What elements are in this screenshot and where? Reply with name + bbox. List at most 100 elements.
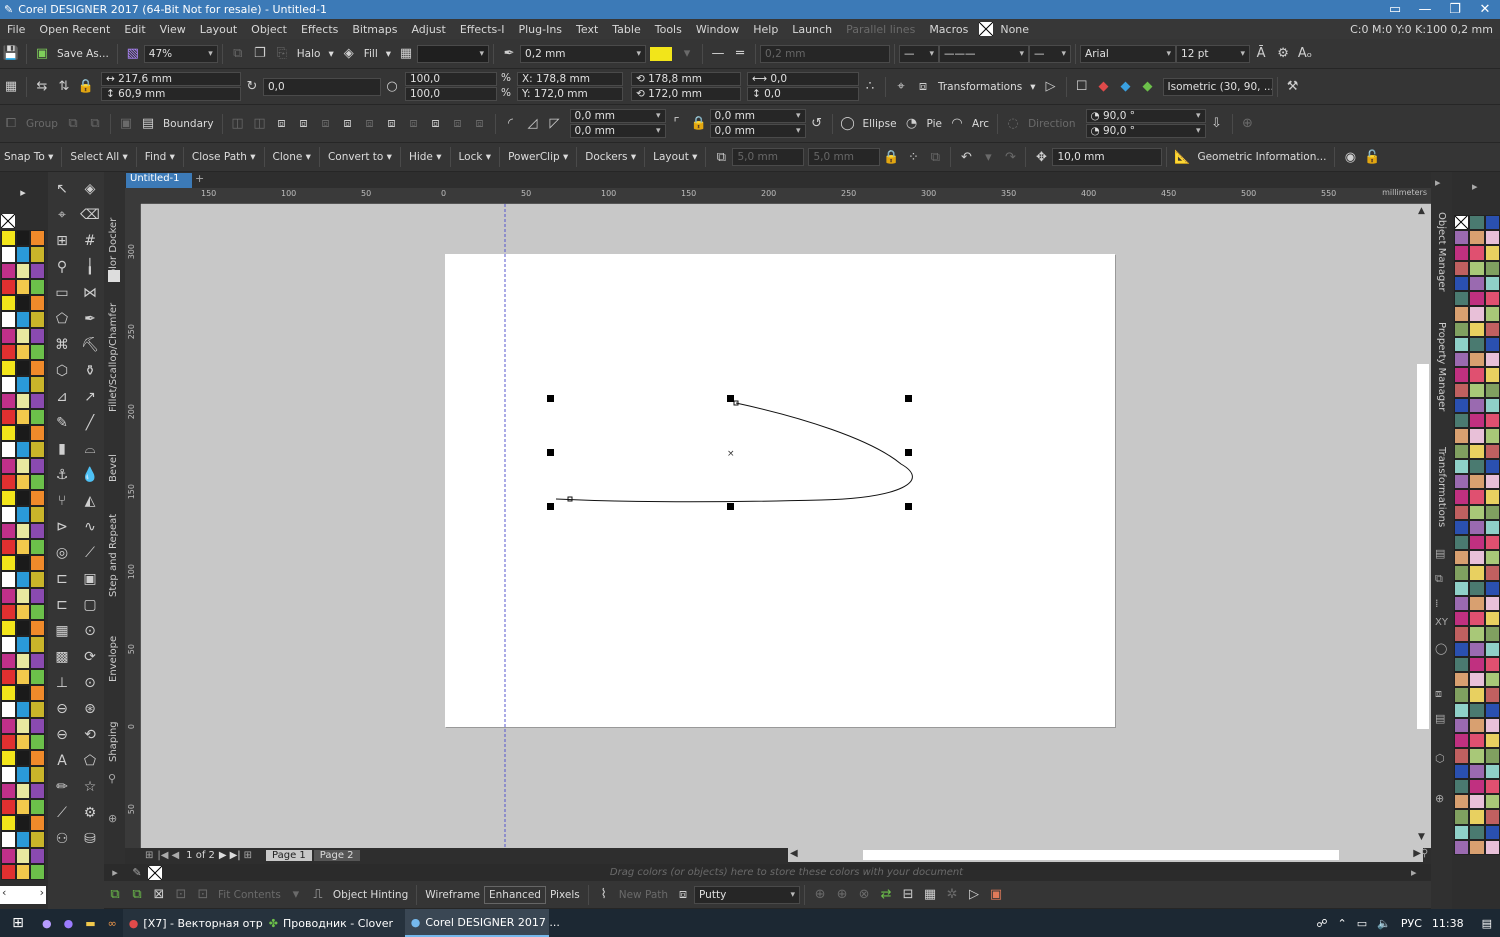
palette-swatch[interactable]	[1, 343, 16, 360]
page-tab-1[interactable]: Page 1	[266, 849, 312, 861]
docker-icon-e[interactable]: ⧈	[1435, 687, 1442, 701]
palette-swatch[interactable]	[1484, 687, 1500, 703]
circle-tool-icon[interactable]: ⊙	[77, 670, 103, 696]
palette-swatch[interactable]	[1469, 428, 1485, 444]
dockers-dropdown[interactable]: Dockers ▾	[581, 151, 640, 163]
scroll-up-icon[interactable]: ▲	[1418, 206, 1425, 216]
restore-mini-icon[interactable]: ▭	[1380, 0, 1410, 21]
palette-swatch[interactable]	[1, 522, 16, 539]
menu-effects[interactable]: Effects	[294, 23, 345, 36]
boundary-button[interactable]: Boundary	[159, 118, 218, 130]
menu-effects-i[interactable]: Effects-I	[453, 23, 512, 36]
palette-swatch[interactable]	[30, 750, 45, 767]
palette-swatch[interactable]	[15, 230, 31, 247]
palette-swatch[interactable]	[1454, 397, 1470, 414]
palette-swatch[interactable]	[1, 538, 16, 555]
convert-to-dropdown[interactable]: Convert to ▾	[324, 151, 396, 163]
palette-swatch[interactable]	[1454, 382, 1470, 398]
palette-swatch[interactable]	[1469, 733, 1485, 749]
palette-swatch[interactable]	[1454, 306, 1470, 322]
palette-swatch[interactable]	[1484, 702, 1500, 718]
align-icon[interactable]: ⧈	[381, 113, 403, 135]
node-type-icon[interactable]: ⧈	[672, 884, 694, 906]
outline-width-select[interactable]: 0,2 mm	[520, 44, 647, 63]
menu-help[interactable]: Help	[746, 23, 785, 36]
palette-swatch[interactable]	[1, 246, 16, 263]
square-icon[interactable]: ☐	[1071, 76, 1093, 98]
volume-icon[interactable]: 🔈	[1377, 917, 1391, 930]
arc-icon[interactable]: ◠	[946, 113, 968, 135]
palette-swatch[interactable]	[30, 620, 45, 637]
arc-button[interactable]: Arc	[968, 118, 993, 130]
fill-style-select[interactable]	[417, 44, 490, 63]
smear-tool-icon[interactable]: ▮	[49, 436, 75, 462]
palette-swatch[interactable]	[1469, 824, 1485, 840]
palette-swatch[interactable]	[15, 685, 31, 702]
pen-nib-icon[interactable]: ✒	[498, 43, 520, 65]
palette-swatch[interactable]	[1454, 702, 1470, 718]
node-icon[interactable]: ⁘	[902, 146, 924, 168]
palette-swatch[interactable]	[1, 295, 16, 312]
object-hinting-icon[interactable]: ⎍	[307, 884, 329, 906]
clock[interactable]: 11:38	[1432, 917, 1464, 930]
cube-green-icon[interactable]: ◆	[1137, 76, 1159, 98]
palette-swatch[interactable]	[1484, 580, 1500, 596]
text-case-icon[interactable]: Aₒ	[1294, 43, 1316, 65]
transformations-dropdown[interactable]: Transformations	[934, 81, 1026, 93]
node-edit-icon[interactable]: ⊛	[77, 696, 103, 722]
palette-swatch[interactable]	[1469, 230, 1485, 246]
palette-swatch[interactable]	[1454, 443, 1470, 459]
powerclip-dropdown[interactable]: PowerClip ▾	[504, 151, 572, 163]
curve-tool-icon[interactable]: ∿	[77, 514, 103, 540]
palette-swatch[interactable]	[1469, 595, 1485, 612]
menu-bitmaps[interactable]: Bitmaps	[345, 23, 404, 36]
wireframe-button[interactable]: Wireframe	[421, 889, 484, 901]
tray-up-icon[interactable]: ⌃	[1338, 917, 1347, 930]
arc-tool-icon[interactable]: ⊖	[49, 696, 75, 722]
menu-macros[interactable]: Macros	[922, 23, 975, 36]
target-icon[interactable]: ◉	[1339, 146, 1361, 168]
palette-swatch[interactable]	[1484, 565, 1500, 581]
taskbar-icon-2[interactable]: ●	[58, 909, 80, 937]
palette-swatch[interactable]	[30, 555, 45, 572]
start-button[interactable]: ⊞	[0, 909, 36, 937]
palette-swatch[interactable]	[1, 815, 16, 832]
docker-collapse-icon[interactable]: ▸	[1435, 176, 1441, 189]
palette-swatch[interactable]	[30, 847, 45, 864]
palette-swatch[interactable]	[1484, 763, 1500, 779]
menu-tools[interactable]: Tools	[648, 23, 689, 36]
palette-swatch[interactable]	[1469, 306, 1485, 322]
docker-icon-xy[interactable]: XY	[1435, 617, 1448, 628]
palette-swatch[interactable]	[15, 863, 31, 880]
palette-swatch[interactable]	[1484, 550, 1500, 566]
scallop-corner-icon[interactable]: ◿	[522, 113, 544, 135]
bottom-icon-3[interactable]: ⊠	[148, 884, 170, 906]
palette-swatch[interactable]	[1454, 519, 1470, 535]
palette-swatch[interactable]	[30, 490, 45, 507]
horizontal-scroll-thumb[interactable]	[863, 850, 1339, 860]
palette-swatch[interactable]	[1469, 275, 1485, 292]
palette-swatch[interactable]	[1484, 215, 1500, 231]
line-style-select[interactable]: ———	[939, 44, 1030, 63]
undo-icon[interactable]: ↶	[955, 146, 977, 168]
menu-layout[interactable]: Layout	[193, 23, 244, 36]
palette-swatch[interactable]	[1, 831, 16, 848]
center-x-field[interactable]: ⟲ 178,8 mm	[630, 72, 741, 86]
taskbar-task-2[interactable]: ✤ Проводник - Clover	[262, 909, 405, 937]
position-y-field[interactable]: Y: 172,0 mm	[516, 87, 623, 101]
palette-swatch[interactable]	[1484, 595, 1500, 612]
palette-swatch[interactable]	[1469, 215, 1485, 231]
palette-swatch[interactable]	[1, 571, 16, 588]
palette-swatch[interactable]	[1469, 367, 1485, 383]
palette-swatch[interactable]	[30, 230, 45, 247]
palette-swatch[interactable]	[30, 311, 45, 328]
palette-swatch[interactable]	[15, 262, 31, 279]
scroll-left-icon[interactable]: ◀	[790, 848, 798, 859]
palette-swatch[interactable]	[15, 441, 31, 458]
settings-gear-icon[interactable]: ⚙	[1272, 43, 1294, 65]
lock-ratio-icon[interactable]: 🔒	[75, 76, 97, 98]
palette-swatch[interactable]	[30, 831, 45, 848]
palette-swatch[interactable]	[15, 522, 31, 539]
palette-swatch[interactable]	[1484, 306, 1500, 322]
palette-swatch[interactable]	[1454, 809, 1470, 825]
